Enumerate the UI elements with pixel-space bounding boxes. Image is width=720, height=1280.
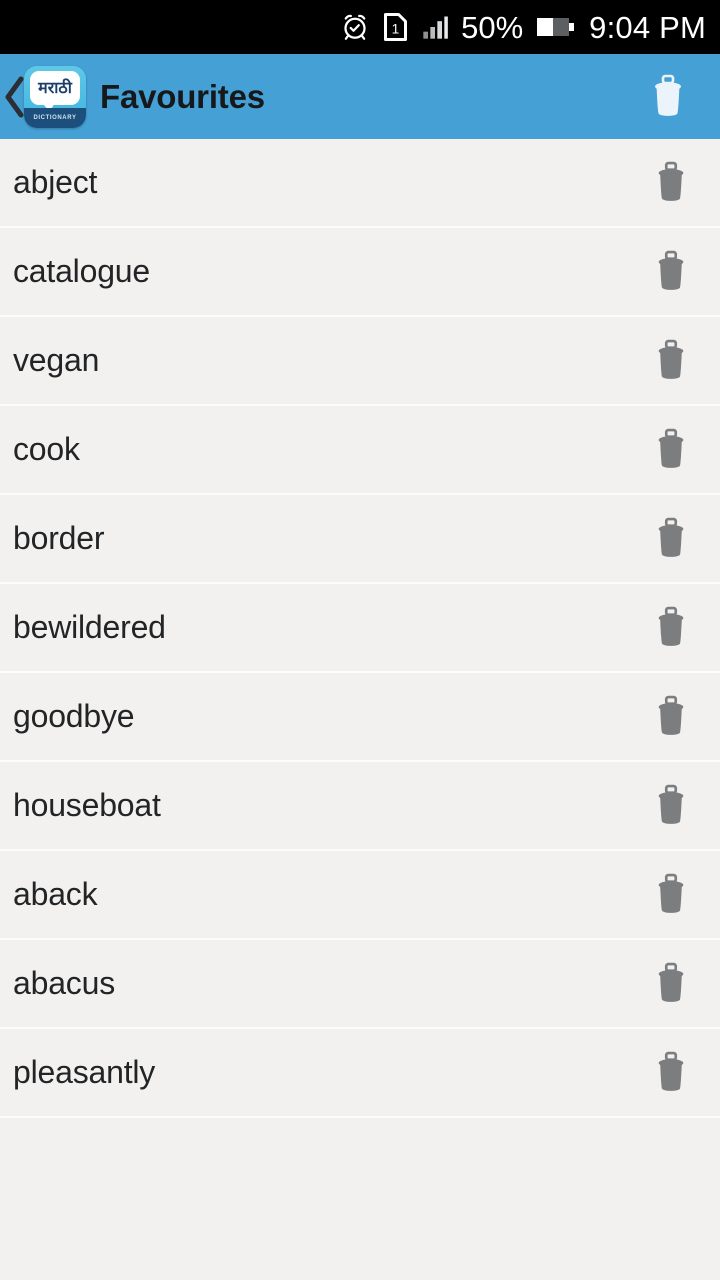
trash-icon — [658, 962, 684, 1002]
battery-percent-label: 50% — [461, 9, 524, 45]
list-item[interactable]: vegan — [0, 317, 720, 406]
trash-icon — [658, 161, 684, 201]
word-label: goodbye — [13, 698, 135, 734]
word-label: pleasantly — [13, 1054, 156, 1090]
trash-icon — [655, 74, 681, 116]
list-item[interactable]: abject — [0, 139, 720, 228]
delete-word-button[interactable] — [644, 420, 698, 480]
trash-icon — [658, 250, 684, 290]
word-label: houseboat — [13, 787, 161, 823]
delete-word-button[interactable] — [644, 954, 698, 1014]
word-label: aback — [13, 876, 98, 912]
trash-icon — [658, 517, 684, 557]
marathi-dictionary-logo: मराठी DICTIONARY — [24, 65, 86, 128]
word-label: vegan — [13, 342, 100, 378]
signal-bars-icon — [421, 13, 449, 41]
delete-word-button[interactable] — [644, 153, 698, 213]
chevron-left-icon — [5, 76, 24, 117]
alarm-clock-icon — [340, 12, 370, 42]
favourites-list[interactable]: abject catalogue vegan cook border bewil… — [0, 139, 720, 1280]
word-label: abacus — [13, 965, 115, 1001]
list-empty-space — [0, 1118, 720, 1280]
trash-icon — [658, 339, 684, 379]
list-item[interactable]: pleasantly — [0, 1029, 720, 1118]
delete-word-button[interactable] — [644, 331, 698, 391]
list-item[interactable]: cook — [0, 406, 720, 495]
word-label: abject — [13, 164, 98, 200]
status-bar: 1 50% 9:04 PM — [0, 0, 720, 54]
logo-speech-bubble: मराठी — [30, 70, 80, 112]
word-label: catalogue — [13, 253, 150, 289]
battery-half-icon — [535, 12, 577, 42]
delete-word-button[interactable] — [644, 509, 698, 569]
delete-word-button[interactable] — [644, 242, 698, 302]
sim-label: 1 — [392, 21, 400, 36]
trash-icon — [658, 1051, 684, 1091]
list-item[interactable]: border — [0, 495, 720, 584]
sim-card-icon: 1 — [382, 12, 409, 42]
list-item[interactable]: goodbye — [0, 673, 720, 762]
list-item[interactable]: abacus — [0, 940, 720, 1029]
trash-icon — [658, 428, 684, 468]
list-item[interactable]: aback — [0, 851, 720, 940]
trash-icon — [658, 695, 684, 735]
logo-bubble-text: मराठी — [38, 77, 72, 97]
logo-caption-strip: DICTIONARY — [24, 107, 86, 128]
word-label: border — [13, 520, 105, 556]
word-label: bewildered — [13, 609, 166, 645]
delete-word-button[interactable] — [644, 598, 698, 658]
delete-all-button[interactable] — [642, 69, 694, 125]
clock-label: 9:04 PM — [589, 9, 706, 45]
delete-word-button[interactable] — [644, 687, 698, 747]
list-item[interactable]: catalogue — [0, 228, 720, 317]
list-item[interactable]: houseboat — [0, 762, 720, 851]
trash-icon — [658, 606, 684, 646]
logo-caption: DICTIONARY — [33, 114, 77, 121]
word-label: cook — [13, 431, 80, 467]
app-bar: मराठी DICTIONARY Favourites — [0, 54, 720, 139]
delete-word-button[interactable] — [644, 776, 698, 836]
trash-icon — [658, 873, 684, 913]
delete-word-button[interactable] — [644, 865, 698, 925]
list-item[interactable]: bewildered — [0, 584, 720, 673]
delete-word-button[interactable] — [644, 1043, 698, 1103]
trash-icon — [658, 784, 684, 824]
page-title: Favourites — [100, 77, 265, 115]
